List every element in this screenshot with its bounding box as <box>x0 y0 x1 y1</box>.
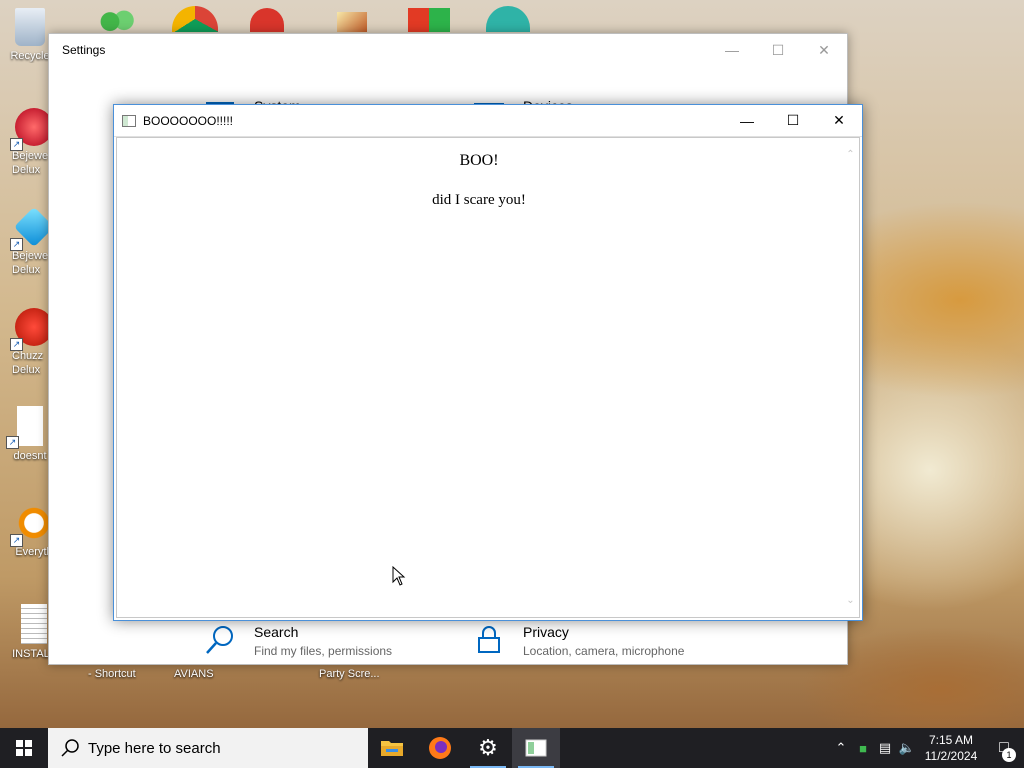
system-tray: ⌃ ■ ▤ 🔈 7:15 AM 11/2/2024 □ 1 <box>830 728 1024 768</box>
shortcut-arrow-icon: ↗ <box>10 138 23 151</box>
tile-description: Location, camera, microphone <box>523 644 685 658</box>
search-icon <box>206 626 233 654</box>
firefox-icon <box>429 737 451 759</box>
recycle-bin-icon <box>15 8 45 46</box>
start-button[interactable] <box>0 728 48 768</box>
tray-app-icon[interactable]: ■ <box>852 728 874 768</box>
taskbar-boo-window[interactable] <box>512 728 560 768</box>
settings-titlebar[interactable]: Settings — ☐ ✕ <box>49 34 847 66</box>
boo-heading: BOO! <box>459 152 499 169</box>
desktop-icon-label: Party Scre... <box>319 668 380 680</box>
boo-message: did I scare you! <box>432 192 526 208</box>
boo-popup-window[interactable]: BOOOOOOO!!!!! — ☐ ✕ BOO! did I scare you… <box>113 104 863 621</box>
volume-icon[interactable]: 🔈 <box>896 728 918 768</box>
taskbar: Type here to search ⚙ ⌃ ■ ▤ 🔈 7:15 AM 11… <box>0 728 1024 768</box>
close-button[interactable]: ✕ <box>801 34 847 66</box>
avatar-icon[interactable] <box>486 6 530 32</box>
app-window-icon <box>525 739 547 757</box>
shortcut-arrow-icon: ↗ <box>10 338 23 351</box>
search-icon <box>61 739 79 757</box>
clock-date: 11/2/2024 <box>924 749 978 763</box>
chrome-icon[interactable] <box>172 6 218 32</box>
minimize-button[interactable]: — <box>709 34 755 66</box>
text-file-icon <box>21 604 47 644</box>
gear-icon: ⚙ <box>478 735 498 760</box>
taskbar-settings[interactable]: ⚙ <box>464 728 512 768</box>
close-button[interactable]: ✕ <box>816 105 862 137</box>
scroll-down-arrow-icon[interactable]: ⌄ <box>842 592 859 609</box>
search-placeholder: Type here to search <box>88 739 221 757</box>
notification-badge: 1 <box>1002 748 1016 762</box>
app-shortcut-icon[interactable] <box>250 8 284 32</box>
shortcut-arrow-icon: ↗ <box>10 534 23 547</box>
app-window-icon <box>122 114 136 127</box>
taskbar-firefox[interactable] <box>416 728 464 768</box>
office-icon[interactable] <box>408 8 450 32</box>
taskbar-search-box[interactable]: Type here to search <box>48 728 368 768</box>
windows-logo-icon <box>16 740 32 756</box>
document-icon <box>17 406 43 446</box>
maximize-button[interactable]: ☐ <box>770 105 816 137</box>
network-icon[interactable]: ▤ <box>874 728 896 768</box>
settings-tile-search[interactable]: Search Find my files, permissions <box>204 624 392 658</box>
vertical-scrollbar[interactable]: ⌃ ⌄ <box>842 138 859 617</box>
desktop-icon-label: AVIANS <box>174 668 214 680</box>
tile-description: Find my files, permissions <box>254 644 393 658</box>
folder-icon <box>381 741 403 756</box>
desktop-icon-label: - Shortcut <box>88 668 136 680</box>
maximize-button[interactable]: ☐ <box>755 34 801 66</box>
clock[interactable]: 7:15 AM 11/2/2024 <box>918 732 984 764</box>
shortcut-arrow-icon: ↗ <box>6 436 19 449</box>
popup-content: BOO! did I scare you! ⌃ ⌄ <box>116 137 860 618</box>
chevron-up-icon[interactable]: ⌃ <box>830 728 852 768</box>
lock-icon <box>478 626 500 653</box>
minimize-button[interactable]: — <box>724 105 770 137</box>
scroll-up-arrow-icon[interactable]: ⌃ <box>842 146 859 163</box>
people-icon[interactable] <box>96 6 136 32</box>
settings-tile-privacy[interactable]: Privacy Location, camera, microphone <box>473 624 684 658</box>
popup-window-title: BOOOOOOO!!!!! <box>143 113 234 128</box>
paint-icon[interactable] <box>337 12 367 32</box>
mouse-cursor-icon <box>392 566 406 586</box>
window-title: Settings <box>62 43 106 57</box>
popup-titlebar[interactable]: BOOOOOOO!!!!! — ☐ ✕ <box>114 105 862 137</box>
tile-title: Privacy <box>523 624 569 640</box>
taskbar-file-explorer[interactable] <box>368 728 416 768</box>
notification-center-button[interactable]: □ 1 <box>984 728 1024 768</box>
shortcut-arrow-icon: ↗ <box>10 238 23 251</box>
clock-time: 7:15 AM <box>928 733 974 747</box>
tile-title: Search <box>254 624 299 640</box>
